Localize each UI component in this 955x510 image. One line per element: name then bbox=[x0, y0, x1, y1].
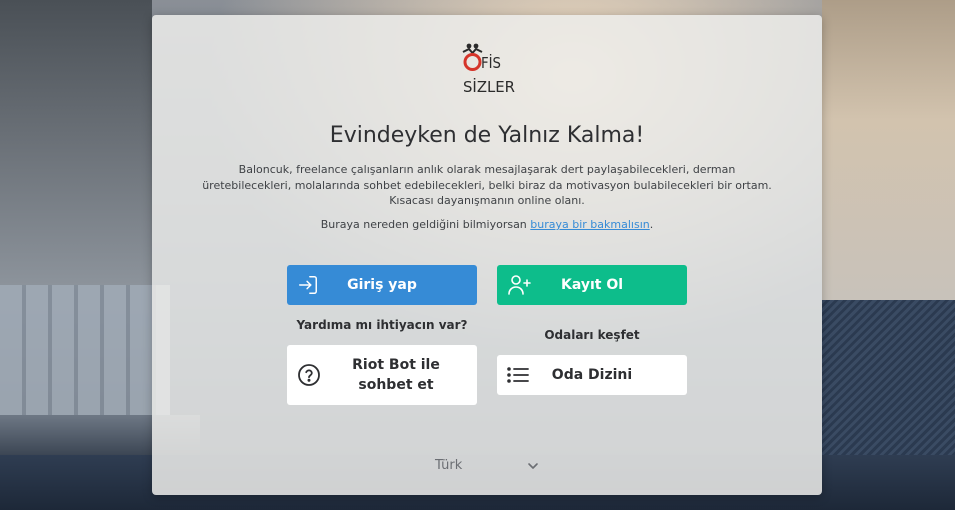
info-prefix: Buraya nereden geldiğini bilmiyorsan bbox=[320, 218, 531, 231]
page-title: Evindeyken de Yalnız Kalma! bbox=[329, 123, 645, 148]
info-link[interactable]: buraya bir bakmalısın bbox=[530, 218, 649, 231]
riot-bot-chat-button[interactable]: Riot Bot ile sohbet et bbox=[287, 345, 477, 405]
room-directory-label: Oda Dizini bbox=[551, 367, 633, 383]
user-plus-icon bbox=[507, 274, 533, 296]
help-label: Yardıma mı ihtiyacın var? bbox=[296, 318, 468, 332]
question-circle-icon bbox=[297, 363, 321, 387]
sign-in-icon bbox=[297, 274, 319, 296]
ofis-sizler-logo: FİS SİZLER bbox=[462, 43, 515, 96]
room-directory-button[interactable]: Oda Dizini bbox=[497, 355, 687, 395]
info-suffix: . bbox=[649, 218, 654, 231]
background-laptop-keyboard bbox=[0, 285, 170, 415]
svg-text:SİZLER: SİZLER bbox=[463, 77, 515, 96]
language-selected: Türk bbox=[435, 458, 463, 473]
login-button[interactable]: Giriş yap bbox=[287, 265, 477, 305]
description-text: Baloncuk, freelance çalışanların anlık o… bbox=[202, 163, 772, 207]
register-button[interactable]: Kayıt Ol bbox=[497, 265, 687, 305]
riot-bot-chat-label: Riot Bot ile sohbet et bbox=[352, 357, 440, 393]
info-line: Buraya nereden geldiğini bilmiyorsan bur… bbox=[152, 218, 822, 231]
svg-text:FİS: FİS bbox=[481, 53, 501, 72]
list-icon bbox=[507, 365, 529, 385]
explore-rooms-label: Odaları keşfet bbox=[544, 328, 640, 342]
welcome-panel: FİS SİZLER Evindeyken de Yalnız Kalma! B… bbox=[152, 15, 822, 495]
background-lamp bbox=[822, 0, 955, 300]
chevron-down-icon bbox=[527, 460, 539, 476]
register-button-label: Kayıt Ol bbox=[560, 277, 624, 293]
language-selector[interactable]: Türk bbox=[422, 455, 552, 477]
login-button-label: Giriş yap bbox=[347, 277, 417, 293]
background-window bbox=[0, 0, 152, 285]
